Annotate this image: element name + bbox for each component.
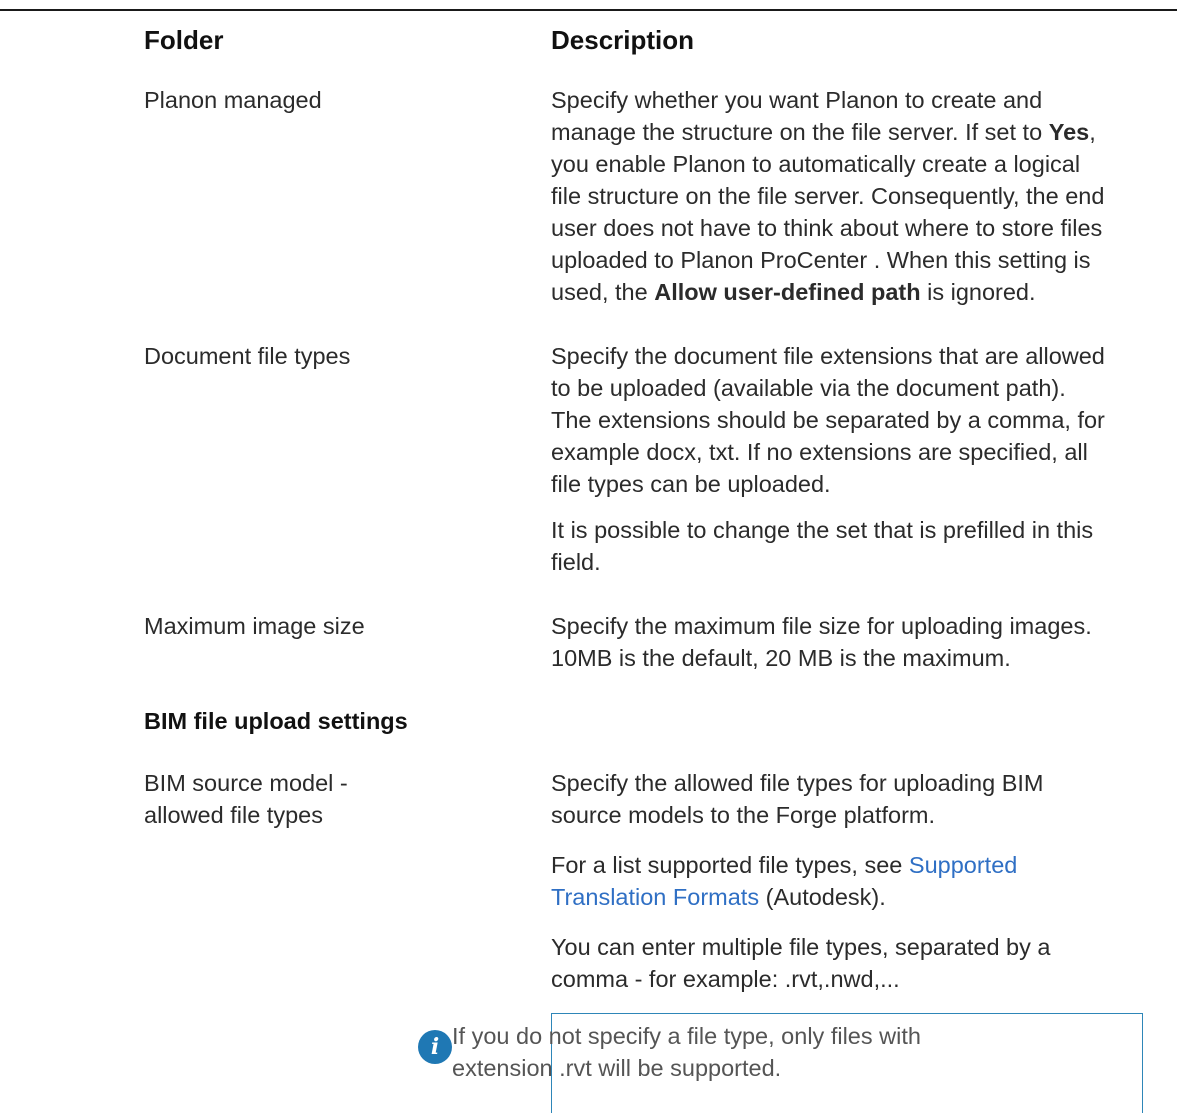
column-header-folder: Folder bbox=[144, 25, 224, 55]
row-description-bim-para2: For a list supported file types, see Sup… bbox=[551, 852, 1018, 910]
row-name-document-file-types: Document file types bbox=[144, 343, 351, 369]
info-note-text: If you do not specify a file type, only … bbox=[452, 1023, 921, 1081]
column-header-description: Description bbox=[551, 25, 695, 55]
row-description-bim-para3: You can enter multiple file types, separ… bbox=[551, 934, 1051, 992]
row-name-planon-managed: Planon managed bbox=[144, 87, 322, 113]
row-description-document-file-types: Specify the document file extensions tha… bbox=[551, 343, 1105, 497]
row-description-maximum-image-size: Specify the maximum file size for upload… bbox=[551, 613, 1092, 671]
section-heading-bim: BIM file upload settings bbox=[144, 708, 408, 734]
translation-formats-link[interactable]: Translation Formats bbox=[551, 884, 759, 910]
info-icon: i bbox=[418, 1030, 452, 1064]
row-name-bim-source-model: BIM source model - allowed file types bbox=[144, 770, 348, 828]
row-description-document-file-types-note: It is possible to change the set that is… bbox=[551, 517, 1094, 575]
row-name-maximum-image-size: Maximum image size bbox=[144, 613, 365, 639]
row-description-planon-managed: Specify whether you want Planon to creat… bbox=[551, 87, 1105, 305]
supported-formats-link[interactable]: Supported bbox=[909, 852, 1017, 878]
table-top-rule bbox=[0, 9, 1177, 11]
row-description-bim-para1: Specify the allowed file types for uploa… bbox=[551, 770, 1044, 828]
